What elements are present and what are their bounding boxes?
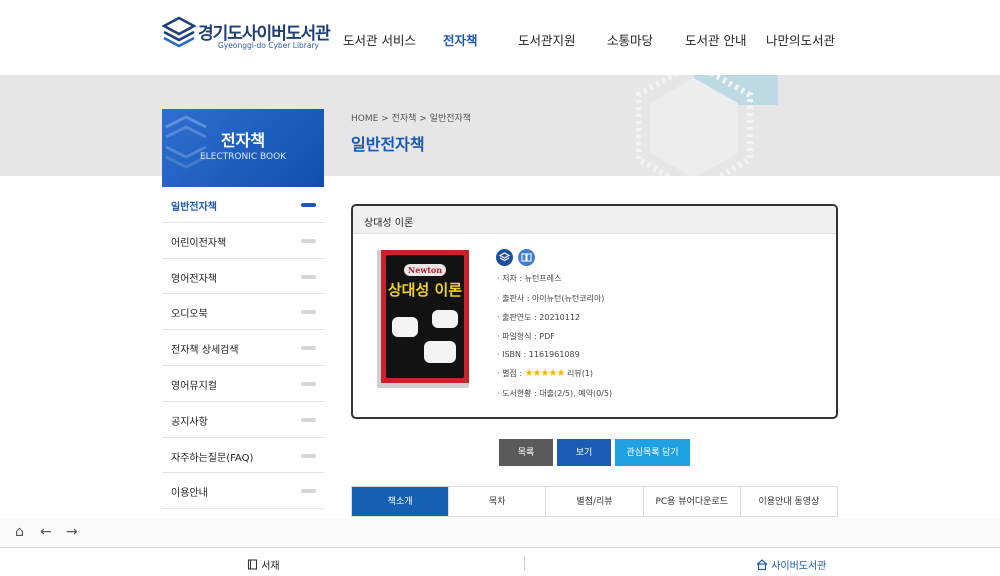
book-detail-card: 상대성 이론 Newton 상대성 이론 · 저자 : 뉴턴프레스 · 출판사 … <box>351 204 838 419</box>
lnb-item-label: 자주하는질문(FAQ) <box>171 452 254 464</box>
lnb-item-label: 일반전자책 <box>171 202 217 213</box>
lnb-item-notice[interactable]: 공지사항 <box>162 402 324 438</box>
cover-bubble <box>424 341 456 363</box>
logo-icon <box>162 16 196 48</box>
bookshelf-icon <box>247 559 258 570</box>
lnb-item-label: 공지사항 <box>171 416 208 428</box>
forward-arrow-icon[interactable]: → <box>66 524 78 540</box>
cover-brand: Newton <box>404 264 446 276</box>
lnb-indicator <box>301 381 316 386</box>
lnb-menu: 일반전자책 어린이전자책 영어전자책 오디오북 전자책 상세검색 영어뮤지컬 공… <box>162 187 324 510</box>
lnb-indicator <box>301 453 316 458</box>
book-title: 상대성 이론 <box>364 218 414 229</box>
tab-contents[interactable]: 목차 <box>449 487 547 516</box>
visual-band <box>0 75 1000 176</box>
tab-reviews[interactable]: 별점/리뷰 <box>546 487 644 516</box>
site-logo[interactable]: 경기도사이버도서관 Gyeonggi-do Cyber Library <box>162 16 331 56</box>
tab-viewer-download[interactable]: PC용 뷰어다운로드 <box>644 487 741 516</box>
tab-book-intro[interactable]: 책소개 <box>352 487 450 516</box>
lnb-item-english-musical[interactable]: 영어뮤지컬 <box>162 366 324 402</box>
cover-bubble <box>432 310 458 328</box>
add-to-wishlist-button[interactable]: 관심목록 담기 <box>615 439 690 466</box>
nav-library-support[interactable]: 도서관지원 <box>518 30 576 49</box>
lnb-item-label: 오디오북 <box>171 309 208 321</box>
hexagon-decoration <box>636 75 778 176</box>
lnb-item-label: 어린이전자책 <box>171 237 227 249</box>
cyber-library-label: 사이버도서관 <box>771 561 827 572</box>
lnb-item-kids-ebook[interactable]: 어린이전자책 <box>162 223 324 259</box>
lnb-item-label: 전자책 상세검색 <box>171 345 239 357</box>
cover-bubble <box>392 317 418 337</box>
bottom-bar: 서재 사이버도서관 <box>0 547 1000 576</box>
lnb-item-audiobook[interactable]: 오디오북 <box>162 294 324 331</box>
bookshelf-label: 서재 <box>261 561 280 572</box>
lnb-item-label: 영어전자책 <box>171 273 217 285</box>
lnb-item-faq[interactable]: 자주하는질문(FAQ) <box>162 438 324 474</box>
cover-border: Newton 상대성 이론 <box>381 250 469 383</box>
book-year: · 출판연도 : 20210112 <box>497 313 581 322</box>
browser-nav-bar: ⌂ ← → <box>0 519 1000 547</box>
lnb-item-english-ebook[interactable]: 영어전자책 <box>162 259 324 295</box>
book-cover[interactable]: Newton 상대성 이론 <box>377 250 469 388</box>
detail-tabs: 책소개 목차 별점/리뷰 PC용 뷰어다운로드 이용안내 동영상 <box>351 486 838 517</box>
book-card-header: 상대성 이론 <box>353 206 836 234</box>
cyber-library-button[interactable]: 사이버도서관 <box>756 557 826 572</box>
view-button[interactable]: 보기 <box>557 439 611 466</box>
nav-community[interactable]: 소통마당 <box>607 30 653 49</box>
bottom-bar-divider <box>524 556 525 570</box>
book-rating: · 별점 : ★★★★★ 리뷰(1) <box>497 368 593 379</box>
book-publisher: · 출판사 : 아이뉴턴(뉴턴코리아) <box>497 294 605 303</box>
lnb-indicator <box>301 310 316 315</box>
page-title: 일반전자책 <box>351 135 425 154</box>
home-icon[interactable]: ⌂ <box>15 524 24 540</box>
lnb-item-label: 이용안내 <box>171 488 208 500</box>
star-rating-icon: ★★★★★ <box>524 368 566 379</box>
lnb-indicator <box>301 346 316 351</box>
breadcrumb: HOME > 전자책 > 일반전자책 <box>351 114 472 124</box>
nav-library-services[interactable]: 도서관 서비스 <box>343 30 416 49</box>
lnb-title: 전자책 <box>220 131 266 150</box>
library-home-icon <box>756 559 768 571</box>
book-isbn: · ISBN : 1161961089 <box>497 350 580 359</box>
lnb-item-label: 영어뮤지컬 <box>171 380 217 392</box>
review-count[interactable]: 리뷰(1) <box>567 369 593 378</box>
nav-library-info[interactable]: 도서관 안내 <box>685 30 746 49</box>
site-header: 경기도사이버도서관 Gyeonggi-do Cyber Library 도서관 … <box>0 0 1000 75</box>
lnb-indicator <box>301 417 316 422</box>
lnb-indicator <box>301 489 316 494</box>
lnb-active-indicator <box>301 203 316 207</box>
lnb-item-general-ebook[interactable]: 일반전자책 <box>162 187 324 223</box>
book-format: · 파일형식 : PDF <box>497 332 555 341</box>
tab-guide-video[interactable]: 이용안내 동영상 <box>741 487 837 516</box>
ebook-format-icon <box>496 249 513 266</box>
book-type-icon <box>518 249 535 266</box>
bookshelf-button[interactable]: 서재 <box>247 557 280 572</box>
lnb-indicator <box>301 238 316 243</box>
list-button[interactable]: 목록 <box>499 439 553 466</box>
lnb-indicator <box>301 274 316 279</box>
nav-ebook[interactable]: 전자책 <box>443 30 478 49</box>
book-status: · 도서현황 : 대출(2/5), 예약(0/5) <box>497 389 613 398</box>
logo-subtext: Gyeonggi-do Cyber Library <box>218 41 319 50</box>
book-author: · 저자 : 뉴턴프레스 <box>497 274 562 283</box>
nav-my-library[interactable]: 나만의도서관 <box>766 30 835 49</box>
back-arrow-icon[interactable]: ← <box>40 524 52 540</box>
lnb-subtitle: ELECTRONIC BOOK <box>199 152 287 162</box>
cover-title: 상대성 이론 <box>387 281 463 299</box>
rating-label: · 별점 : <box>497 369 523 378</box>
lnb-item-detailed-search[interactable]: 전자책 상세검색 <box>162 330 324 366</box>
lnb-item-guide[interactable]: 이용안내 <box>162 473 324 510</box>
cover-art: Newton 상대성 이론 <box>386 255 464 378</box>
lnb-header: 전자책 ELECTRONIC BOOK <box>162 109 324 187</box>
